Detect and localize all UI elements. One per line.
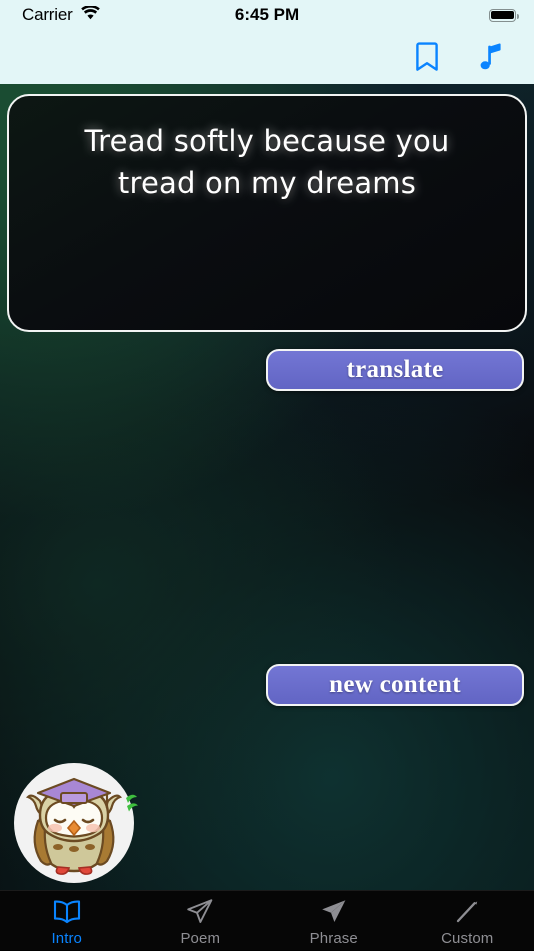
translate-button[interactable]: translate [266,349,524,391]
main-screen: Tread softly because you tread on my dre… [0,84,534,890]
new-content-button-label: new content [329,671,461,699]
tab-intro-label: Intro [51,930,82,947]
tab-phrase[interactable]: Phrase [267,891,401,951]
tab-intro[interactable]: Intro [0,891,134,951]
nav-bar [0,30,534,84]
tab-custom[interactable]: Custom [401,891,534,951]
music-note-icon[interactable] [474,40,508,74]
pencil-icon [452,897,482,927]
paper-plane-filled-icon [319,897,349,927]
status-bar-right [489,9,516,22]
new-content-button[interactable]: new content [266,664,524,706]
quote-line-2: tread on my dreams [35,162,499,204]
translate-button-label: translate [346,356,443,384]
bookmark-icon[interactable] [410,40,444,74]
status-bar: Carrier 6:45 PM [0,0,534,30]
owl-mascot-avatar[interactable] [14,763,134,883]
status-bar-time: 6:45 PM [0,5,534,25]
paper-plane-outline-icon [185,897,215,927]
tab-bar: Intro Poem Phrase Custom [0,890,534,950]
tab-poem[interactable]: Poem [134,891,268,951]
tab-custom-label: Custom [441,930,493,947]
tab-poem-label: Poem [180,930,220,947]
battery-full-icon [489,9,516,22]
quote-card[interactable]: Tread softly because you tread on my dre… [7,94,527,332]
quote-line-1: Tread softly because you [35,120,499,162]
book-icon [52,897,82,927]
tab-phrase-label: Phrase [310,930,358,947]
